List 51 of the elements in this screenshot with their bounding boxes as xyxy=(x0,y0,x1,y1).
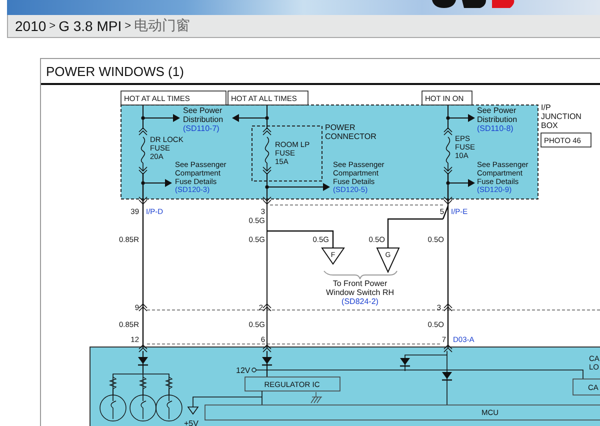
arrow xyxy=(141,114,180,122)
wire xyxy=(266,104,268,130)
breadcrumb-link[interactable]: 2010 xyxy=(15,18,46,34)
arrow xyxy=(141,179,172,187)
fuse-icon xyxy=(444,127,452,175)
connector-icon xyxy=(138,196,148,205)
connector-icon xyxy=(262,196,272,205)
junction-box-label: I/P JUNCTION BOX xyxy=(541,103,582,130)
switch-note: To Front Power Window Switch RH (SD824-2) xyxy=(326,279,394,306)
terminal-triangle xyxy=(376,248,400,274)
breadcrumb-separator: > xyxy=(124,20,132,32)
voltage-label: +5V xyxy=(184,419,198,426)
reference-note: See Power Distribution (SD110-7) xyxy=(183,106,224,133)
power-connector-outline xyxy=(252,126,322,182)
arrow xyxy=(265,183,330,191)
breadcrumb-link[interactable]: 电动门窗 xyxy=(134,17,190,35)
terminal-icon xyxy=(252,368,256,372)
breadcrumb-link[interactable]: G 3.8 MPI xyxy=(58,18,122,34)
terminal-triangle xyxy=(321,248,345,265)
power-source-label xyxy=(422,90,472,106)
reference-triangle-icon xyxy=(187,406,199,415)
diode-icon xyxy=(262,357,272,366)
photo-reference xyxy=(540,132,592,148)
arrow xyxy=(446,114,475,122)
sensor-icon xyxy=(130,376,156,422)
sensor-icon xyxy=(156,376,182,422)
diode-icon xyxy=(400,358,410,367)
connector-icon xyxy=(444,196,452,205)
fuse-icon xyxy=(138,127,148,175)
connector-icon xyxy=(138,303,148,312)
connector-icon xyxy=(444,344,452,352)
sensor-icon xyxy=(100,376,126,422)
ground-icon xyxy=(310,392,322,404)
arrow xyxy=(232,114,269,122)
breadcrumb-separator: > xyxy=(49,20,56,32)
connector-icon xyxy=(262,344,272,352)
wire xyxy=(192,390,262,408)
logo-icon xyxy=(430,0,515,8)
reference-note: See Power Distribution (SD110-8) xyxy=(477,106,518,133)
arrow xyxy=(446,179,475,187)
connector-icon xyxy=(444,303,452,312)
connector-icon xyxy=(262,303,272,312)
module-block xyxy=(572,378,600,396)
panel-title: POWER WINDOWS (1) xyxy=(41,59,600,85)
power-connector-label: POWER CONNECTOR xyxy=(325,123,376,141)
wire xyxy=(142,104,144,130)
diode-icon xyxy=(138,357,148,366)
diode-icon xyxy=(442,372,452,381)
connector-icon xyxy=(138,344,148,352)
fuse-icon xyxy=(262,127,272,175)
voltage-label: 12V xyxy=(236,366,250,375)
